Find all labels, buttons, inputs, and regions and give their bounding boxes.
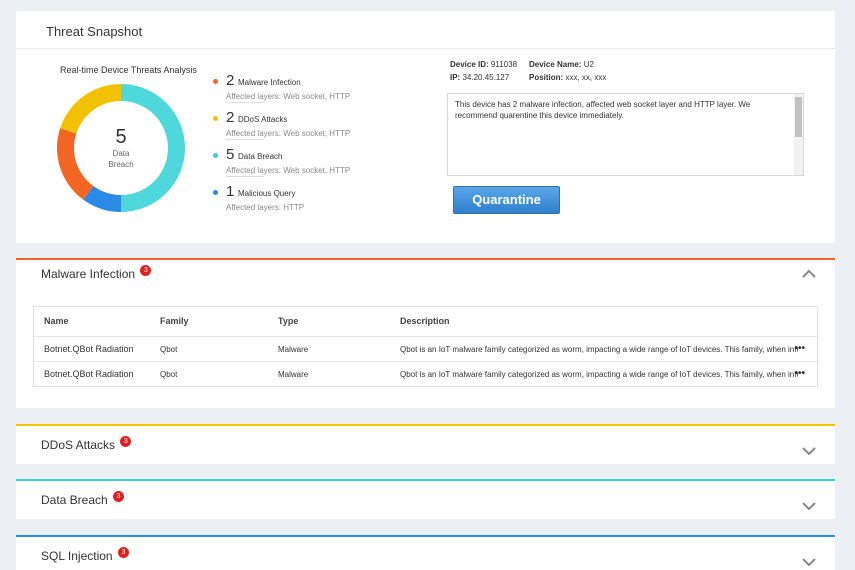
table-header-row: Name Family Type Description [34,307,817,336]
donut-chart-title: Real-time Device Threats Analysis [60,65,197,75]
threat-snapshot-card: Threat Snapshot Real-time Device Threats… [16,11,835,243]
snapshot-title: Threat Snapshot [46,24,143,39]
cell-name: Botnet.QBot Radiation [44,369,134,379]
legend-count: 5 [226,146,235,163]
legend-count: 2 [226,109,235,126]
device-ip-label: IP: [450,73,461,82]
more-icon[interactable]: ••• [794,337,805,360]
device-description-textarea[interactable]: This device has 2 malware infection, aff… [447,93,804,176]
count-badge: 3 [113,491,125,502]
sql-injection-section: SQL Injection 3 [16,535,835,570]
legend-name: DDoS Attacks [238,115,288,124]
legend-count: 2 [226,72,235,89]
description-scrollbar[interactable] [794,94,803,175]
cell-type: Malware [278,345,309,354]
threat-donut-chart: 5 Data Breach [54,80,188,216]
legend-name: Data Breach [238,152,283,161]
device-id-value: 911038 [490,60,518,69]
snapshot-divider [16,48,835,49]
device-name-value: U2 [583,60,594,69]
cell-type: Malware [278,370,309,379]
device-name-label: Device Name: [529,60,582,69]
legend-separator [226,176,264,177]
legend-sub: Affected layers: Web socket, HTTP [226,129,351,138]
malware-table: Name Family Type Description Botnet.QBot… [33,306,818,387]
cell-name: Botnet.QBot Radiation [44,344,134,354]
cell-description: Qbot is an IoT malware family categorize… [400,370,798,379]
legend-dot [213,190,218,195]
section-header-ddos[interactable]: DDoS Attacks 3 [41,436,132,452]
malware-infection-section: Malware Infection 3 Name Family Type Des… [16,258,835,408]
section-header-sql[interactable]: SQL Injection 3 [41,547,129,563]
legend-name: Malware Infection [238,78,301,87]
device-description-text: This device has 2 malware infection, aff… [455,100,751,120]
legend-sub: Affected layers: Web socket, HTTP [226,166,351,175]
donut-center-label-1: Data [112,149,130,158]
legend-sub: Affected layers: HTTP [226,203,305,212]
section-title: SQL Injection [41,549,113,563]
column-header-name[interactable]: Name [44,307,154,336]
cell-family: Qbot [160,370,178,379]
donut-center-value: 5 [115,126,127,148]
legend-dot [213,116,218,121]
device-ip: IP: 34.20.45.127 [450,73,509,82]
legend-dot [213,153,218,158]
quarantine-button[interactable]: Quarantine [453,186,560,214]
device-position: Position: xxx, xx, xxx [529,73,606,82]
cell-description: Qbot is an IoT malware family categorize… [400,345,798,354]
section-title: DDoS Attacks [41,438,116,452]
legend-count: 1 [226,183,235,200]
count-badge: 3 [140,265,152,276]
device-ip-value: 34.20.45.127 [462,73,510,82]
chevron-down-icon[interactable] [801,443,817,456]
cell-family: Qbot [160,345,178,354]
donut-center-label-2: Breach [108,160,134,169]
donut-center: 5 Data Breach [54,80,188,216]
section-title: Malware Infection [41,267,136,281]
device-name: Device Name: U2 [529,60,594,69]
column-header-family[interactable]: Family [160,307,270,336]
legend-separator [226,102,264,103]
legend-separator [226,139,264,140]
table-row[interactable]: Botnet.QBot Radiation Qbot Malware Qbot … [34,336,817,361]
section-header-breach[interactable]: Data Breach 3 [41,491,125,507]
column-header-description[interactable]: Description [400,307,798,336]
device-id-label: Device ID: [450,60,489,69]
device-id: Device ID: 911038 [450,60,517,69]
device-position-value: xxx, xx, xxx [565,73,607,82]
more-icon[interactable]: ••• [794,362,805,385]
chevron-up-icon[interactable] [801,266,817,278]
count-badge: 3 [120,436,132,447]
section-title: Data Breach [41,493,108,507]
data-breach-section: Data Breach 3 [16,479,835,519]
legend-dot [213,79,218,84]
chevron-down-icon[interactable] [801,554,817,567]
count-badge: 3 [117,547,129,558]
column-header-type[interactable]: Type [278,307,388,336]
chevron-down-icon[interactable] [801,498,817,511]
section-header-malware[interactable]: Malware Infection 3 [41,265,152,281]
device-position-label: Position: [529,73,564,82]
ddos-attacks-section: DDoS Attacks 3 [16,424,835,464]
description-scrollbar-thumb[interactable] [795,97,802,137]
table-row[interactable]: Botnet.QBot Radiation Qbot Malware Qbot … [34,361,817,386]
legend-sub: Affected layers: Web socket, HTTP [226,92,351,101]
legend-name: Malicious Query [238,189,296,198]
